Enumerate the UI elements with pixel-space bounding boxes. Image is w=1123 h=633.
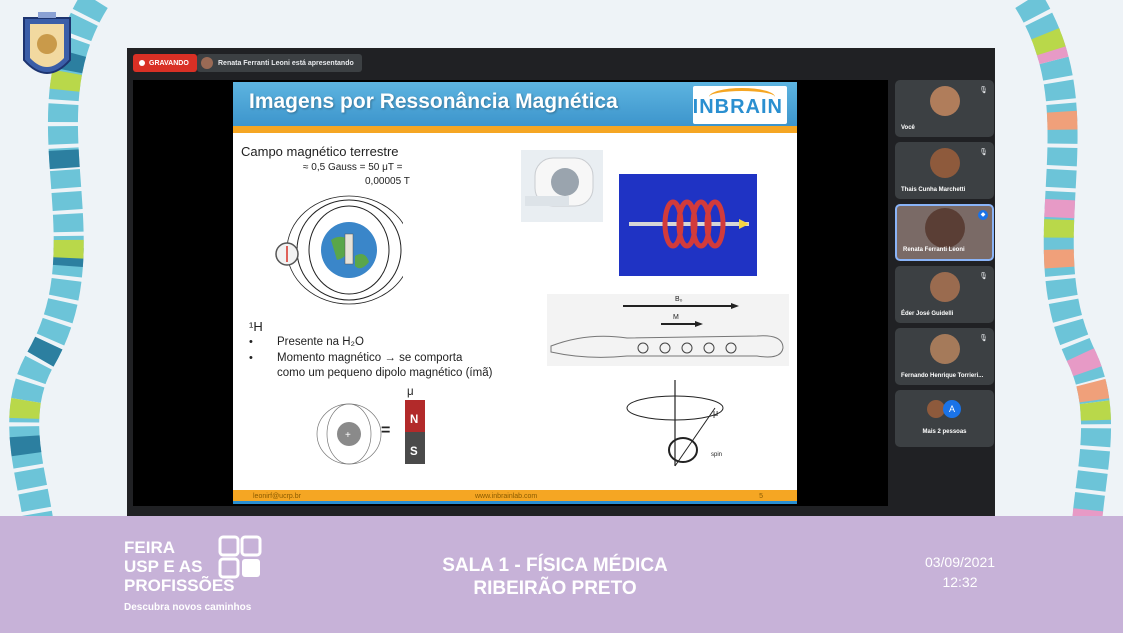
presenting-text: Renata Ferranti Leoni está apresentando <box>218 59 354 67</box>
mri-scanner-photo <box>521 150 603 222</box>
footer-email: leonirf@ucrp.br <box>253 493 301 500</box>
more-participants-avatars: A <box>927 400 961 418</box>
campo-value-2: 0,00005 T <box>365 176 410 187</box>
participant-name: Thais Cunha Marchetti <box>901 187 966 193</box>
bullet-2-line1: Momento magnético → se comporta <box>277 352 463 364</box>
meeting-top-bar: GRAVANDO Renata Ferranti Leoni está apre… <box>127 48 995 78</box>
participant-tile-you[interactable]: 🎙 Você <box>895 80 994 137</box>
spin-precession-diagram <box>626 380 724 467</box>
university-crest-logo <box>23 12 71 74</box>
event-date: 03/09/2021 <box>924 554 996 570</box>
participant-name: Renata Ferranti Leoni <box>903 247 965 253</box>
participant-tile[interactable]: 🎙 Éder José Guidelli <box>895 266 994 323</box>
room-line-2: RIBEIRÃO PRETO <box>473 578 637 599</box>
earth-magnetic-field-illustration <box>275 195 403 305</box>
presentation-slide: Imagens por Ressonância Magnética INBRAI… <box>233 82 797 504</box>
participant-name: Você <box>901 125 915 131</box>
campo-title: Campo magnético terrestre <box>241 144 399 159</box>
participant-tile-active-speaker[interactable]: ◆ Renata Ferranti Leoni <box>895 204 994 261</box>
participant-avatar <box>930 148 960 178</box>
hydrogen-label: ¹H <box>249 319 263 334</box>
date-time: 03/09/2021 12:32 <box>900 552 1020 592</box>
participant-avatar <box>930 334 960 364</box>
mic-off-icon: 🎙 <box>979 273 988 280</box>
magnet-s-label: S <box>410 446 418 458</box>
mic-off-icon: 🎙 <box>979 87 988 94</box>
bullet-2-line2: como um pequeno dipolo magnético (ímã) <box>277 367 493 379</box>
m-label: M <box>673 314 679 321</box>
footer-website: www.inbrainlab.com <box>475 493 538 500</box>
participant-avatar <box>930 272 960 302</box>
more-participants-tile[interactable]: A Mais 2 pessoas <box>895 390 994 447</box>
room-line-1: SALA 1 - FÍSICA MÉDICA <box>442 555 668 576</box>
equals-sign: = <box>381 422 391 439</box>
bullet-dot-1: • <box>249 336 253 348</box>
b0-label: B₀ <box>675 296 683 303</box>
mu-vector-label: μ <box>713 408 719 418</box>
recording-dot-icon <box>139 60 145 66</box>
feira-tagline: Descubra novos caminhos <box>124 602 252 613</box>
speaking-indicator-icon: ◆ <box>978 210 988 220</box>
bullet-dot-2: • <box>249 352 253 364</box>
participant-name: Éder José Guidelli <box>901 311 954 317</box>
campo-value-1: ≈ 0,5 Gauss = 50 μT = <box>303 162 403 173</box>
participant-avatar <box>930 86 960 116</box>
presenting-indicator[interactable]: Renata Ferranti Leoni está apresentando <box>197 54 362 72</box>
mic-off-icon: 🎙 <box>979 335 988 342</box>
presentation-stage: Imagens por Ressonância Magnética INBRAI… <box>133 80 888 506</box>
inbrain-logo: INBRAIN <box>692 96 783 118</box>
participant-name: Fernando Henrique Torrieri... <box>901 373 984 379</box>
participant-avatar-letter: A <box>943 400 961 418</box>
video-meeting-window: GRAVANDO Renata Ferranti Leoni está apre… <box>127 48 995 516</box>
presenter-avatar <box>201 57 213 69</box>
spin-label: spin <box>711 452 723 458</box>
mu-label: μ <box>407 386 414 398</box>
body-spin-alignment-diagram <box>547 294 789 366</box>
participant-tile[interactable]: 🎙 Fernando Henrique Torrieri... <box>895 328 994 385</box>
slide-header: Imagens por Ressonância Magnética INBRAI… <box>233 82 797 126</box>
footer-blue-line <box>233 501 797 504</box>
bullet-1: Presente na H₂O <box>277 336 364 348</box>
more-participants-label: Mais 2 pessoas <box>922 429 967 435</box>
recording-badge: GRAVANDO <box>133 54 197 72</box>
magnet-n-label: N <box>410 414 419 426</box>
svg-text:+: + <box>345 430 351 441</box>
feira-grid-logo-icon <box>218 535 262 579</box>
magnetic-coil-diagram <box>619 174 757 276</box>
room-title: SALA 1 - FÍSICA MÉDICA RIBEIRÃO PRETO <box>390 554 720 600</box>
slide-header-stripe <box>233 126 797 133</box>
recording-label: GRAVANDO <box>149 59 189 67</box>
slide-page-number: 5 <box>759 493 763 500</box>
participant-tile[interactable]: 🎙 Thais Cunha Marchetti <box>895 142 994 199</box>
proton-dipole-illustration: + <box>316 403 382 465</box>
slide-title: Imagens por Ressonância Magnética <box>249 90 618 113</box>
participant-video <box>925 208 965 248</box>
event-time: 12:32 <box>942 574 978 590</box>
mic-off-icon: 🎙 <box>979 149 988 156</box>
